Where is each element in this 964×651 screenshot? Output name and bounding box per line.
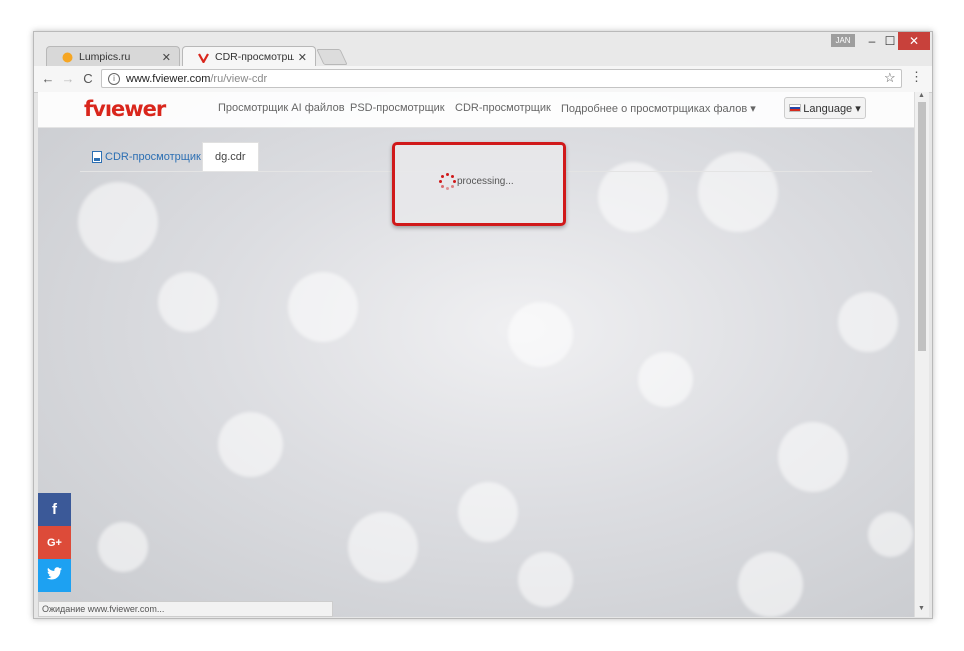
bokeh-light [778, 422, 848, 492]
bokeh-light [508, 302, 573, 367]
nav-more-viewers[interactable]: Подробнее о просмотрщиках фалов ▾ [561, 102, 756, 115]
scroll-up-icon[interactable]: ▲ [918, 92, 925, 99]
info-icon[interactable]: i [108, 72, 120, 85]
browser-toolbar: ← → C i www.fviewer.com /ru/view-cdr ☆ ⋮ [34, 66, 932, 93]
browser-window: Lumpics.ru ✕ CDR-просмотрщик -- C ✕ JAN … [33, 31, 933, 619]
fviewer-logo[interactable]: fvıewer [84, 97, 166, 121]
url-host: www.fviewer.com [126, 72, 211, 85]
nav-cdr-viewer[interactable]: CDR-просмотрщик [455, 102, 551, 114]
tab-lumpics[interactable]: Lumpics.ru ✕ [46, 46, 180, 67]
vertical-scrollbar[interactable]: ▲ ▼ [914, 92, 929, 617]
bokeh-light [638, 352, 693, 407]
fviewer-v-icon [197, 51, 209, 63]
facebook-icon: f [52, 501, 57, 518]
nav-ai-viewer[interactable]: Просмотрщик AI файлов [218, 102, 345, 114]
orange-circle-icon [61, 51, 73, 63]
site-header: fvıewer Просмотрщик AI файлов PSD-просмо… [38, 92, 914, 128]
maximize-button[interactable]: ☐ [882, 32, 898, 50]
nav-psd-viewer[interactable]: PSD-просмотрщик [350, 102, 445, 114]
browser-menu-icon[interactable]: ⋮ [910, 69, 923, 85]
new-tab-button[interactable] [316, 49, 348, 65]
russian-flag-icon [789, 104, 802, 112]
tab-close-icon[interactable]: ✕ [298, 51, 307, 64]
tab-cdr-viewer-link[interactable]: CDR-просмотрщик [92, 142, 201, 171]
loading-spinner-icon [439, 173, 456, 190]
document-icon [92, 150, 102, 163]
facebook-share-button[interactable]: f [38, 493, 71, 526]
google-plus-share-button[interactable]: G+ [38, 526, 71, 559]
url-path: /ru/view-cdr [210, 72, 268, 85]
close-window-button[interactable]: ✕ [898, 32, 930, 50]
minimize-button[interactable]: ‒ [864, 32, 880, 50]
address-bar[interactable]: i www.fviewer.com /ru/view-cdr [101, 69, 902, 88]
bookmark-star-icon[interactable]: ☆ [884, 70, 896, 86]
tab-file-dg-cdr[interactable]: dg.cdr [202, 142, 259, 171]
bokeh-light [738, 552, 803, 617]
twitter-icon [47, 567, 62, 584]
back-button[interactable]: ← [40, 70, 56, 88]
bokeh-light [98, 522, 148, 572]
bokeh-light [78, 182, 158, 262]
language-label: Language ▾ [803, 102, 861, 115]
bokeh-light [458, 482, 518, 542]
tab-cdr-viewer[interactable]: CDR-просмотрщик -- C ✕ [182, 46, 316, 67]
status-bar: Ожидание www.fviewer.com... [38, 601, 333, 617]
bokeh-light [348, 512, 418, 582]
processing-text: processing... [457, 176, 514, 187]
user-profile-badge[interactable]: JAN [831, 34, 855, 47]
reload-button[interactable]: C [80, 70, 96, 88]
bokeh-light [218, 412, 283, 477]
scrollbar-thumb[interactable] [918, 102, 926, 351]
bokeh-light [518, 552, 573, 607]
google-plus-icon: G+ [47, 536, 62, 549]
page-viewport: fvıewer Просмотрщик AI файлов PSD-просмо… [38, 92, 914, 617]
bokeh-light [158, 272, 218, 332]
processing-box: processing... [392, 142, 566, 226]
twitter-share-button[interactable] [38, 559, 71, 592]
bokeh-light [838, 292, 898, 352]
forward-button[interactable]: → [60, 70, 76, 88]
tab-title: Lumpics.ru [79, 51, 131, 63]
bokeh-light [868, 512, 913, 557]
bokeh-light [288, 272, 358, 342]
tab-title: CDR-просмотрщик -- C [215, 51, 294, 63]
bokeh-light [598, 162, 668, 232]
tab-strip: Lumpics.ru ✕ CDR-просмотрщик -- C ✕ JAN … [34, 32, 932, 67]
language-button[interactable]: Language ▾ [784, 97, 866, 119]
cdr-viewer-link-label: CDR-просмотрщик [105, 150, 201, 163]
scroll-down-icon[interactable]: ▼ [918, 605, 925, 612]
tab-close-icon[interactable]: ✕ [162, 51, 171, 64]
